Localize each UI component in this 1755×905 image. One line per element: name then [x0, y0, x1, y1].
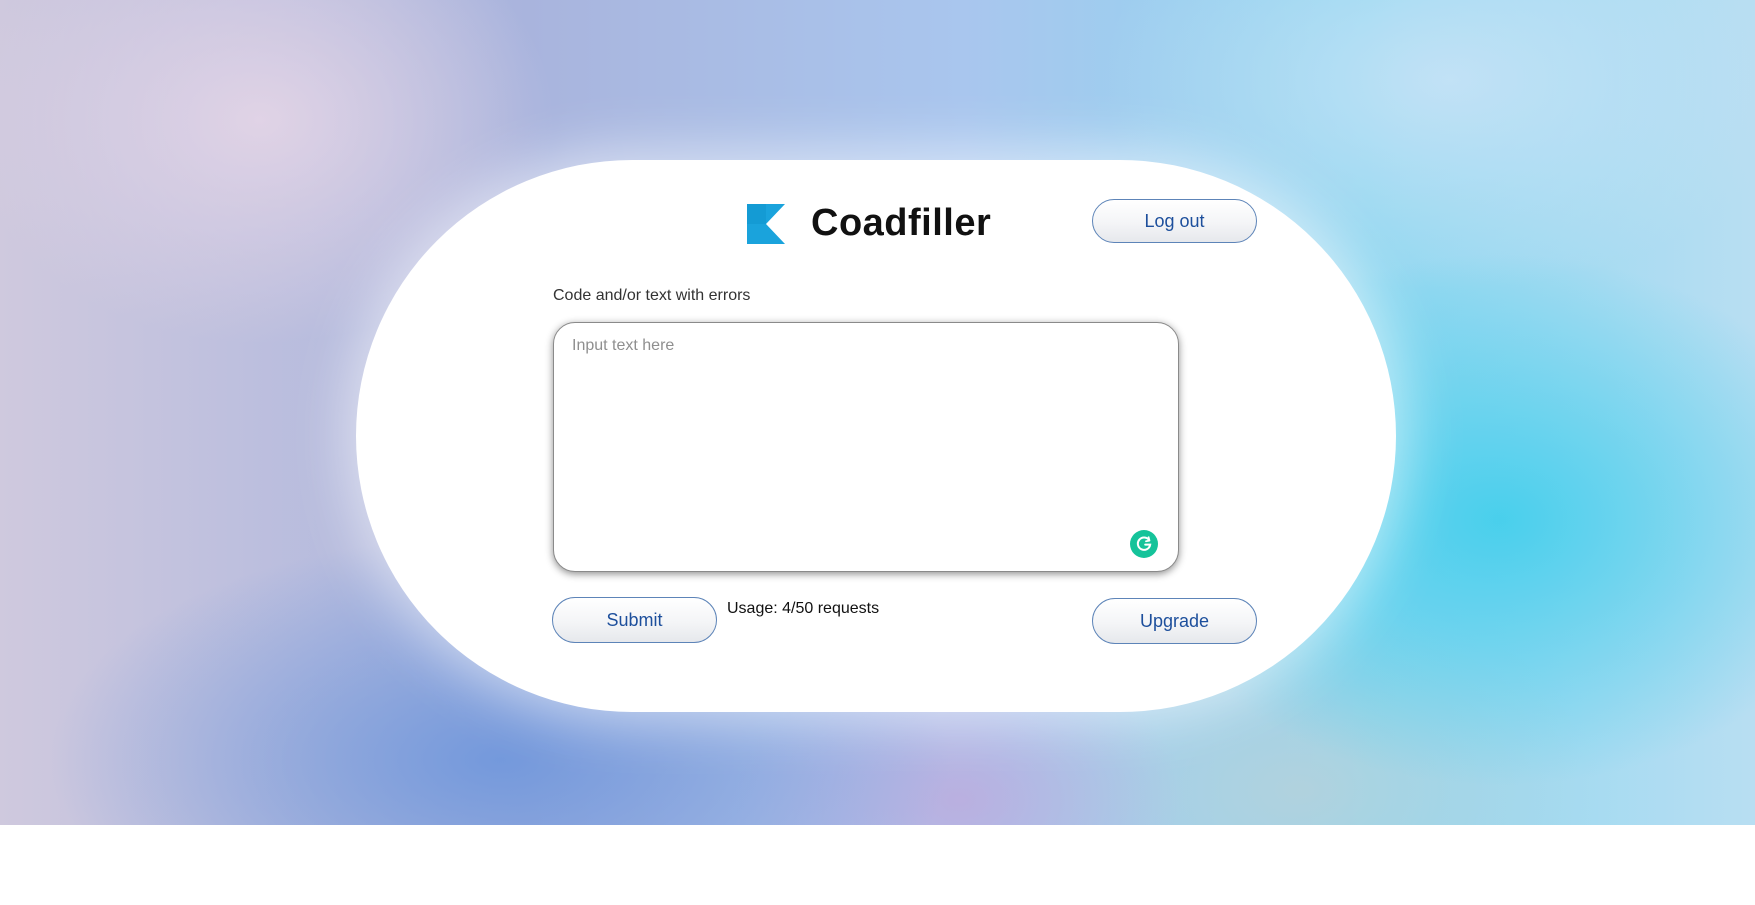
- upgrade-button[interactable]: Upgrade: [1092, 598, 1257, 644]
- submit-button[interactable]: Submit: [552, 597, 717, 643]
- logout-button[interactable]: Log out: [1092, 199, 1257, 243]
- brand: Coadfiller: [747, 202, 991, 245]
- grammarly-g-glyph: [1136, 536, 1152, 551]
- coadfiller-logo-icon: [747, 203, 785, 244]
- text-input-container: [553, 322, 1179, 572]
- input-label: Code and/or text with errors: [553, 287, 751, 304]
- code-text-input[interactable]: [554, 323, 1178, 571]
- grammarly-icon[interactable]: [1130, 530, 1158, 558]
- brand-name: Coadfiller: [811, 202, 992, 244]
- usage-counter: Usage: 4/50 requests: [727, 600, 880, 617]
